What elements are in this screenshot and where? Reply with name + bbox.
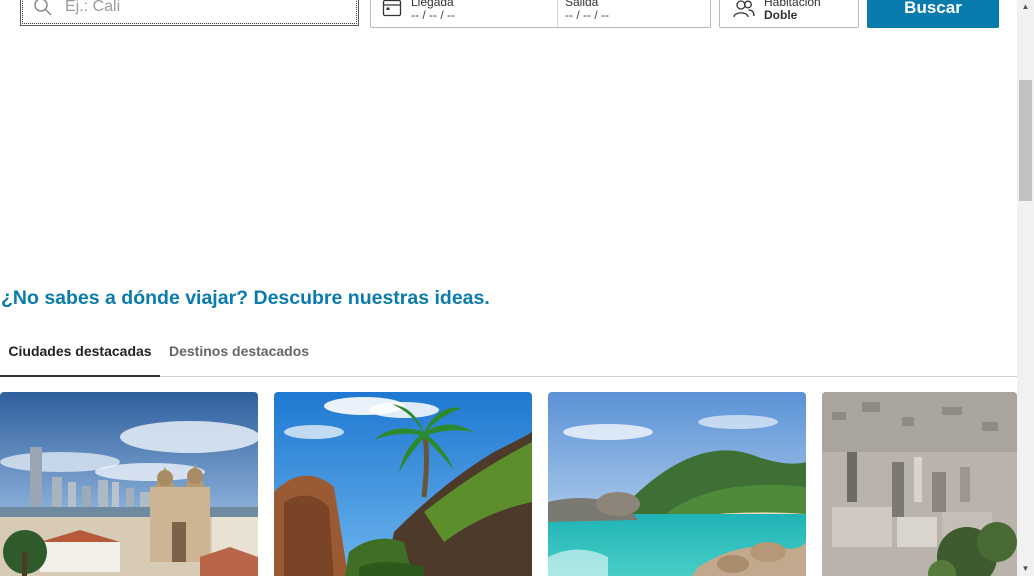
- tab-featured-destinations[interactable]: Destinos destacados: [169, 331, 309, 375]
- hotel-search-bar: Llegada -- / -- / -- Salida -- / -- / --…: [0, 0, 1017, 28]
- scroll-down-arrow-icon[interactable]: ▼: [1017, 562, 1034, 576]
- city-aerial-image: [822, 392, 1017, 576]
- destination-cards: [0, 392, 1017, 576]
- search-icon: [34, 0, 52, 16]
- page-scrollbar[interactable]: ▲ ▼: [1017, 0, 1034, 576]
- tropical-bay-image: [548, 392, 806, 576]
- calendar-icon: [382, 0, 402, 17]
- room-selector[interactable]: Habitación Doble: [719, 0, 859, 28]
- tab-featured-cities[interactable]: Ciudades destacadas: [0, 331, 160, 377]
- dates-field[interactable]: Llegada -- / -- / -- Salida -- / -- / --: [370, 0, 711, 28]
- city-skyline-image: [0, 392, 258, 576]
- departure-date-field[interactable]: Salida -- / -- / --: [557, 0, 715, 27]
- scrollbar-thumb[interactable]: [1019, 80, 1032, 201]
- destination-field[interactable]: [20, 0, 359, 26]
- destination-input[interactable]: [65, 0, 345, 19]
- ideas-section-title: ¿No sabes a dónde viajar? Descubre nuest…: [1, 287, 490, 309]
- scroll-up-arrow-icon[interactable]: ▲: [1017, 0, 1034, 14]
- destination-card-city-aerial[interactable]: [822, 392, 1017, 576]
- palm-beach-image: [274, 392, 532, 576]
- destination-card-tropical-bay[interactable]: [548, 392, 806, 576]
- guests-icon: [733, 0, 755, 18]
- search-button[interactable]: Buscar: [867, 0, 999, 28]
- destination-card-palm-beach[interactable]: [274, 392, 532, 576]
- arrival-value: -- / -- / --: [411, 8, 455, 22]
- arrival-date-field[interactable]: Llegada -- / -- / --: [411, 0, 556, 27]
- destination-card-city-skyline[interactable]: [0, 392, 258, 576]
- room-value: Doble: [764, 8, 798, 22]
- ideas-tabs: Ciudades destacadas Destinos destacados: [0, 331, 1017, 377]
- departure-value: -- / -- / --: [565, 8, 609, 22]
